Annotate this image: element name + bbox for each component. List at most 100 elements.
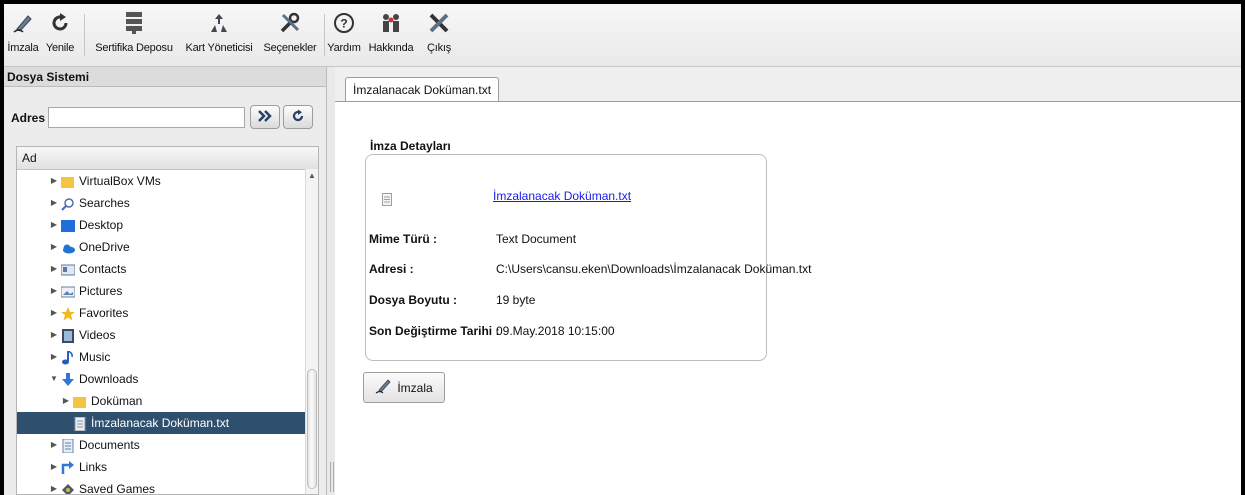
tree-item-links[interactable]: ▶ Links	[17, 456, 307, 478]
file-size-label: Dosya Boyutu :	[369, 293, 458, 307]
tree-item-onedrive[interactable]: ▶ OneDrive	[17, 236, 307, 258]
toolbar-card-manager-label: Kart Yöneticisi	[185, 42, 253, 54]
tree-item-selected-file[interactable]: İmzalanacak Doküman.txt	[17, 412, 318, 434]
tree-item-label: OneDrive	[79, 240, 130, 254]
sign-pen-icon	[10, 10, 36, 36]
toolbar-separator	[84, 14, 85, 56]
tree-item-label: Doküman	[91, 394, 143, 408]
tree-item-virtualbox-vms[interactable]: ▶ VirtualBox VMs	[17, 170, 307, 192]
scroll-up-icon[interactable]: ▲	[308, 171, 316, 180]
help-icon: ?	[331, 10, 357, 36]
tree-item-downloads[interactable]: ▼ Downloads	[17, 368, 307, 390]
sign-button[interactable]: İmzala	[363, 372, 445, 403]
saved-games-icon	[61, 482, 75, 494]
tree-item-videos[interactable]: ▶ Videos	[17, 324, 307, 346]
expand-arrow-icon[interactable]: ▶	[49, 346, 59, 368]
go-button[interactable]	[250, 105, 280, 129]
expand-arrow-icon[interactable]: ▶	[49, 258, 59, 280]
star-icon	[61, 306, 75, 321]
expand-arrow-icon[interactable]: ▶	[49, 324, 59, 346]
splitter-grip[interactable]	[330, 462, 334, 492]
file-link[interactable]: İmzalanacak Doküman.txt	[493, 189, 631, 203]
exit-icon	[426, 10, 452, 36]
tree-item-label: Links	[79, 460, 108, 474]
tree-item-pictures[interactable]: ▶ Pictures	[17, 280, 307, 302]
expand-arrow-icon[interactable]: ▶	[49, 280, 59, 302]
toolbar-help-button[interactable]: ? Yardım	[326, 6, 362, 62]
address-field-value: C:\Users\cansu.eken\Downloads\İmzalanaca…	[496, 262, 812, 276]
scrollbar-thumb[interactable]	[307, 369, 317, 489]
tree-item-saved-games[interactable]: ▶ Saved Games	[17, 478, 307, 494]
expand-arrow-icon[interactable]: ▶	[49, 192, 59, 214]
tree-item-label: Documents	[79, 438, 140, 452]
toolbar-sign-button[interactable]: İmzala	[6, 6, 40, 62]
expand-arrow-icon[interactable]: ▶	[61, 390, 71, 412]
toolbar-about-label: Hakkında	[368, 42, 414, 54]
expand-arrow-icon[interactable]: ▶	[49, 456, 59, 478]
panel-title: Dosya Sistemi	[4, 67, 326, 87]
tree-item-label: Searches	[79, 196, 130, 210]
address-field-label: Adresi :	[369, 262, 414, 276]
expand-arrow-icon[interactable]: ▶	[49, 434, 59, 456]
tree-item-label: Favorites	[79, 306, 129, 320]
tree-item-music[interactable]: ▶ Music	[17, 346, 307, 368]
address-label: Adres :	[11, 111, 53, 125]
tree-item-label: Pictures	[79, 284, 123, 298]
desktop-icon	[61, 218, 75, 232]
tree-item-documents[interactable]: ▶ Documents	[17, 434, 307, 456]
expand-arrow-icon[interactable]: ▶	[49, 214, 59, 236]
toolbar-card-manager-button[interactable]: Kart Yöneticisi	[180, 6, 258, 62]
expand-arrow-icon[interactable]: ▶	[49, 478, 59, 494]
expand-arrow-icon[interactable]: ▶	[49, 302, 59, 324]
toolbar-refresh-button[interactable]: Yenile	[42, 6, 78, 62]
tree-item-desktop[interactable]: ▶ Desktop	[17, 214, 307, 236]
expand-arrow-icon[interactable]: ▶	[49, 170, 59, 192]
address-refresh-button[interactable]	[283, 105, 313, 129]
toolbar-sign-label: İmzala	[7, 42, 39, 54]
cloud-icon	[61, 240, 75, 254]
column-header-name[interactable]: Ad	[17, 147, 318, 170]
expand-arrow-icon[interactable]: ▶	[49, 236, 59, 258]
tree-item-label: VirtualBox VMs	[79, 174, 161, 188]
document-panel: İmzalanacak Doküman.txt İmza Detayları İ…	[335, 67, 1241, 495]
tree-item-favorites[interactable]: ▶ Favorites	[17, 302, 307, 324]
documents-icon	[61, 438, 75, 454]
file-system-panel: Dosya Sistemi Adres : Ad ▶ VirtualBox VM…	[4, 67, 327, 495]
panel-splitter[interactable]	[327, 67, 335, 495]
sign-button-label: İmzala	[397, 380, 433, 395]
folder-icon	[73, 394, 87, 408]
toolbar-certificate-store-button[interactable]: Sertifika Deposu	[92, 6, 176, 62]
links-icon	[61, 460, 75, 474]
modified-date-value: 09.May.2018 10:15:00	[496, 324, 615, 338]
toolbar-refresh-label: Yenile	[45, 42, 75, 54]
tree-item-label: Music	[79, 350, 111, 364]
tab-document[interactable]: İmzalanacak Doküman.txt	[345, 77, 500, 101]
collapse-arrow-icon[interactable]: ▼	[49, 368, 59, 390]
download-arrow-icon	[61, 372, 75, 386]
tree-vertical-scrollbar[interactable]: ▲	[305, 169, 318, 494]
sign-pen-icon	[375, 377, 393, 398]
tree-item-label: Videos	[79, 328, 116, 342]
toolbar-options-button[interactable]: Seçenekler	[258, 6, 322, 62]
mime-type-label: Mime Türü :	[369, 232, 437, 246]
mime-type-value: Text Document	[496, 232, 577, 246]
certificate-store-icon	[121, 10, 147, 36]
toolbar: İmzala Yenile Sertifika Deposu Kart Yöne…	[4, 4, 1241, 67]
tree-item-label: Downloads	[79, 372, 139, 386]
tree-item-searches[interactable]: ▶ Searches	[17, 192, 307, 214]
details-title: İmza Detayları	[370, 139, 451, 153]
tree-item-dokuman[interactable]: ▶ Doküman	[17, 390, 307, 412]
tree-item-label: Desktop	[79, 218, 124, 232]
file-tree: Ad ▶ VirtualBox VMs ▶ Searches ▶ Desktop…	[16, 146, 319, 495]
address-input[interactable]	[48, 107, 245, 128]
double-chevron-right-icon	[257, 109, 273, 125]
toolbar-certificate-store-label: Sertifika Deposu	[95, 42, 173, 54]
modified-date-label: Son Değiştirme Tarihi :	[369, 324, 500, 338]
toolbar-about-button[interactable]: Hakkında	[364, 6, 418, 62]
toolbar-separator	[324, 14, 325, 56]
tree-item-label: Contacts	[79, 262, 127, 276]
toolbar-exit-button[interactable]: Çıkış	[422, 6, 456, 62]
folder-icon	[61, 174, 75, 188]
tree-item-contacts[interactable]: ▶ Contacts	[17, 258, 307, 280]
about-icon	[378, 10, 404, 36]
